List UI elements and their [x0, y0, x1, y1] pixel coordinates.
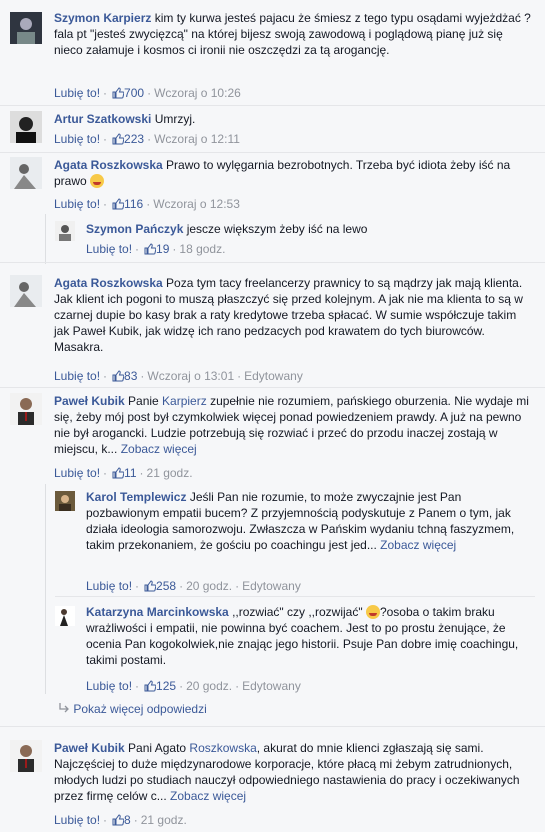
avatar[interactable]	[10, 157, 42, 189]
comment-actions: Lubię to! · 8 · 21 godz.	[54, 813, 187, 827]
see-more-link[interactable]: Zobacz więcej	[380, 538, 456, 552]
thumbs-up-icon	[112, 467, 125, 479]
comment-actions: Lubię to! · 116 · Wczoraj o 12:53	[54, 197, 240, 211]
like-button[interactable]: Lubię to!	[54, 369, 100, 383]
like-button[interactable]: Lubię to!	[54, 197, 100, 211]
comment-body: Agata Roszkowska Poza tym tacy freelance…	[54, 275, 532, 355]
avatar[interactable]	[55, 491, 75, 511]
comment-actions: Lubię to! · 83 · Wczoraj o 13:01 · Edytowany	[54, 369, 303, 383]
comment-actions: Lubię to! · 125 · 20 godz. · Edytowany	[86, 679, 301, 693]
like-count[interactable]: 83	[124, 369, 137, 383]
comment-text-prefix: Pani Agato	[124, 741, 190, 755]
comment-actions: Lubię to! · 258 · 20 godz. · Edytowany	[86, 579, 301, 593]
thumbs-up-icon	[112, 87, 125, 99]
thumbs-up-icon	[112, 133, 125, 145]
edited-label[interactable]: Edytowany	[244, 369, 303, 383]
timestamp[interactable]: 20 godz.	[186, 679, 232, 693]
comment-body: Paweł Kubik Pani Agato Roszkowska, akura…	[54, 740, 534, 804]
avatar[interactable]	[55, 221, 75, 241]
see-more-link[interactable]: Zobacz więcej	[170, 789, 246, 803]
comment-text: Umrzyj.	[151, 112, 196, 126]
divider	[0, 387, 545, 388]
like-count[interactable]: 116	[124, 197, 143, 211]
comment-actions: Lubię to! · 11 · 21 godz.	[54, 466, 193, 480]
avatar[interactable]	[55, 606, 75, 626]
comment-actions: Lubię to! · 19 · 18 godz.	[86, 242, 226, 256]
avatar[interactable]	[10, 12, 42, 44]
comment-body: Artur Szatkowski Umrzyj.	[54, 111, 534, 127]
comment-actions: Lubię to! · 223 · Wczoraj o 12:11	[54, 132, 240, 146]
reply-thread-line	[45, 214, 46, 264]
like-button[interactable]: Lubię to!	[86, 242, 132, 256]
like-count[interactable]: 223	[124, 132, 144, 146]
divider	[55, 596, 535, 597]
like-count[interactable]: 700	[124, 86, 144, 100]
edited-label[interactable]: Edytowany	[242, 679, 301, 693]
comment-author[interactable]: Szymon Karpierz	[54, 11, 151, 25]
avatar[interactable]	[10, 275, 42, 307]
comment-body: Szymon Karpierz kim ty kurwa jesteś paja…	[54, 10, 534, 58]
emoji-icon	[90, 174, 105, 188]
comment-body: Paweł Kubik Panie Karpierz zupełnie nie …	[54, 393, 532, 457]
like-count[interactable]: 125	[156, 679, 176, 693]
thumbs-up-icon	[112, 370, 125, 382]
comment-author[interactable]: Agata Roszkowska	[54, 158, 163, 172]
comment-actions: Lubię to! · 700 · Wczoraj o 10:26	[54, 86, 241, 100]
mention-link[interactable]: Karpierz	[162, 394, 207, 408]
comment-text-prefix: Panie	[124, 394, 163, 408]
comment-body: Katarzyna Marcinkowska ,,rozwiać" czy ,,…	[86, 604, 533, 668]
timestamp[interactable]: 20 godz.	[186, 579, 232, 593]
reply-thread-line	[45, 484, 46, 694]
comment-text: jescze większym żeby iść na lewo	[183, 222, 368, 236]
comment-text: ,,rozwiać" czy ,,rozwijać"	[228, 605, 366, 619]
emoji-icon	[365, 605, 380, 619]
avatar[interactable]	[10, 111, 42, 143]
comment-author[interactable]: Artur Szatkowski	[54, 112, 151, 126]
divider	[0, 152, 545, 153]
divider	[0, 726, 545, 727]
comment-author[interactable]: Paweł Kubik	[54, 741, 125, 755]
like-count[interactable]: 19	[156, 242, 169, 256]
comment-author[interactable]: Agata Roszkowska	[54, 276, 163, 290]
like-button[interactable]: Lubię to!	[86, 579, 132, 593]
avatar[interactable]	[10, 393, 42, 425]
see-more-link[interactable]: Zobacz więcej	[121, 442, 197, 456]
timestamp[interactable]: Wczoraj o 12:11	[154, 132, 240, 146]
divider	[0, 105, 545, 106]
like-button[interactable]: Lubię to!	[86, 679, 132, 693]
comment-body: Szymon Pańczyk jescze większym żeby iść …	[86, 221, 531, 237]
comment-body: Karol Templewicz Jeśli Pan nie rozumie, …	[86, 489, 533, 553]
timestamp[interactable]: Wczoraj o 10:26	[154, 86, 241, 100]
like-button[interactable]: Lubię to!	[54, 813, 100, 827]
like-button[interactable]: Lubię to!	[54, 86, 100, 100]
reply-arrow-icon	[59, 703, 69, 713]
comment-author[interactable]: Szymon Pańczyk	[86, 222, 183, 236]
like-count[interactable]: 11	[124, 466, 136, 480]
edited-label[interactable]: Edytowany	[242, 579, 301, 593]
timestamp[interactable]: 21 godz.	[147, 466, 193, 480]
like-count[interactable]: 258	[156, 579, 176, 593]
timestamp[interactable]: Wczoraj o 13:01	[147, 369, 234, 383]
like-button[interactable]: Lubię to!	[54, 466, 100, 480]
thumbs-up-icon	[112, 814, 125, 826]
thumbs-up-icon	[144, 580, 157, 592]
comment-author[interactable]: Katarzyna Marcinkowska	[86, 605, 229, 619]
show-more-replies[interactable]: Pokaż więcej odpowiedzi	[58, 702, 207, 716]
comment-body: Agata Roszkowska Prawo to wylęgarnia bez…	[54, 157, 534, 189]
avatar[interactable]	[10, 740, 42, 772]
timestamp[interactable]: 18 godz.	[179, 242, 225, 256]
show-more-replies-label[interactable]: Pokaż więcej odpowiedzi	[73, 702, 206, 716]
like-count[interactable]: 8	[124, 813, 131, 827]
timestamp[interactable]: Wczoraj o 12:53	[153, 197, 240, 211]
timestamp[interactable]: 21 godz.	[141, 813, 187, 827]
divider	[0, 262, 545, 263]
thumbs-up-icon	[144, 243, 157, 255]
like-button[interactable]: Lubię to!	[54, 132, 100, 146]
comment-author[interactable]: Karol Templewicz	[86, 490, 186, 504]
thumbs-up-icon	[112, 198, 125, 210]
comment-author[interactable]: Paweł Kubik	[54, 394, 125, 408]
mention-link[interactable]: Roszkowska	[189, 741, 256, 755]
thumbs-up-icon	[144, 680, 157, 692]
